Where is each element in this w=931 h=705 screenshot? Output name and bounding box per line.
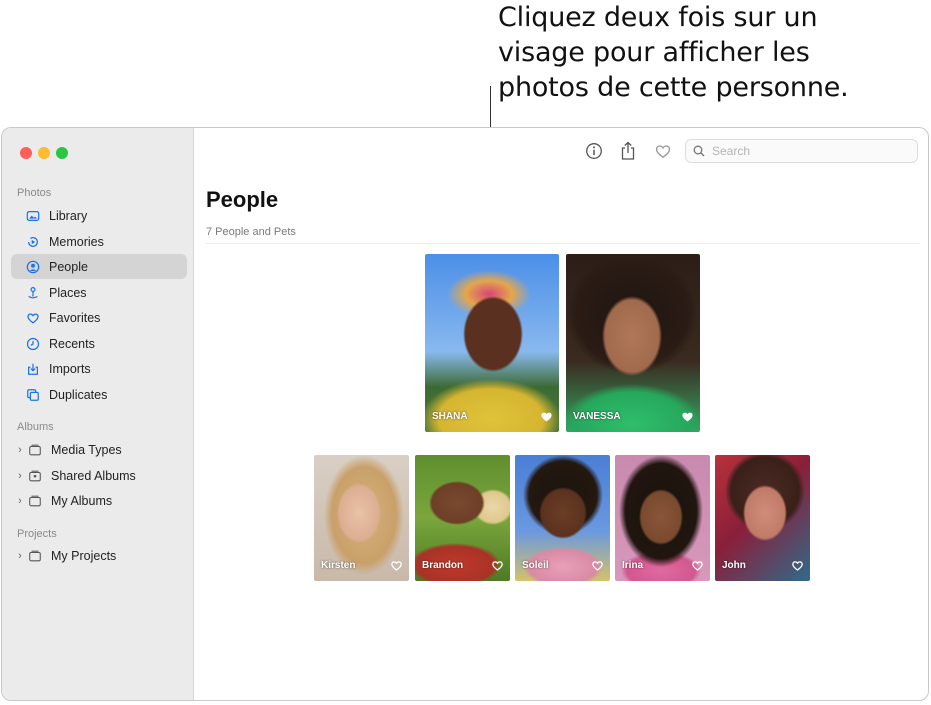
chevron-right-icon[interactable]: › [15,444,25,456]
sidebar-item-library[interactable]: Library [11,203,187,228]
sidebar-item-label: Places [49,285,87,300]
person-card-vanessa[interactable]: VANESSA [566,254,700,432]
sidebar-item-memories[interactable]: Memories [11,229,187,254]
sidebar-item-label: Shared Albums [51,468,136,483]
heart-outline-icon[interactable] [491,559,504,572]
places-icon [25,285,41,301]
folder-icon [27,493,43,509]
heart-outline-icon[interactable] [390,559,403,572]
chevron-right-icon[interactable]: › [15,470,25,482]
section-title-albums: Albums [17,421,54,433]
photos-window: Photos Library Memories People Places Fa… [1,127,929,701]
sidebar-item-label: Memories [49,234,104,249]
sidebar-item-label: My Albums [51,493,113,508]
close-window-button[interactable] [20,147,32,159]
person-name: Kirsten [321,560,356,571]
person-card-shana[interactable]: SHANA [425,254,559,432]
callout-line-2: visage pour afficher les [498,37,810,68]
favorite-heart-icon[interactable] [540,410,553,423]
clock-icon [25,336,41,352]
sidebar-item-duplicates[interactable]: Duplicates [11,382,187,407]
import-icon [25,361,41,377]
chevron-right-icon[interactable]: › [15,495,25,507]
search-field[interactable] [685,139,918,163]
heart-outline-icon[interactable] [691,559,704,572]
sidebar-item-label: Favorites [49,310,101,325]
person-card-kirsten[interactable]: Kirsten [314,455,409,581]
heart-icon [25,310,41,326]
sidebar-item-label: Imports [49,361,91,376]
sidebar-item-media-types[interactable]: › Media Types [11,437,187,462]
chevron-right-icon[interactable]: › [15,550,25,562]
sidebar-item-shared-albums[interactable]: › Shared Albums [11,463,187,488]
search-input[interactable] [710,143,904,159]
sidebar-item-label: People [49,259,88,274]
people-count-subtitle: 7 People and Pets [206,226,296,238]
favorite-heart-icon[interactable] [681,410,694,423]
sidebar-item-my-albums[interactable]: › My Albums [11,488,187,513]
person-card-irina[interactable]: Irina [615,455,710,581]
heart-outline-icon [655,145,671,159]
callout-line-1: Cliquez deux fois sur un [498,2,818,33]
person-name: Irina [622,560,644,571]
person-name: SHANA [432,411,468,422]
sidebar-item-label: Library [49,208,88,223]
sidebar-item-label: Media Types [51,442,122,457]
people-icon [25,259,41,275]
share-button[interactable] [617,140,639,162]
info-icon [586,143,602,159]
person-card-john[interactable]: John [715,455,810,581]
shared-folder-icon [27,468,43,484]
sidebar-item-label: Duplicates [49,387,108,402]
zoom-window-button[interactable] [56,147,68,159]
section-title-projects: Projects [17,528,57,540]
person-card-soleil[interactable]: Soleil [515,455,610,581]
memories-icon [25,234,41,250]
sidebar-item-label: Recents [49,336,95,351]
callout-line-3: photos de cette personne. [498,72,849,103]
person-name: John [722,560,746,571]
search-icon [693,145,705,157]
sidebar-item-places[interactable]: Places [11,280,187,305]
minimize-window-button[interactable] [38,147,50,159]
sidebar: Photos Library Memories People Places Fa… [2,128,194,700]
heart-outline-icon[interactable] [791,559,804,572]
folder-icon [27,548,43,564]
sidebar-item-favorites[interactable]: Favorites [11,305,187,330]
header-divider [206,243,920,244]
heart-outline-icon[interactable] [591,559,604,572]
folder-icon [27,442,43,458]
library-icon [25,208,41,224]
person-name: Soleil [522,560,549,571]
callout-text: Cliquez deux fois sur un visage pour aff… [498,0,918,105]
sidebar-item-imports[interactable]: Imports [11,356,187,381]
person-name: VANESSA [573,411,621,422]
info-button[interactable] [583,140,605,162]
person-name: Brandon [422,560,464,571]
sidebar-item-people[interactable]: People [11,254,187,279]
duplicates-icon [25,387,41,403]
person-card-brandon[interactable]: Brandon [415,455,510,581]
sidebar-item-recents[interactable]: Recents [11,331,187,356]
share-icon [621,141,635,160]
sidebar-item-label: My Projects [51,548,117,563]
page-title: People [206,187,279,212]
section-title-photos: Photos [17,187,52,199]
sidebar-item-my-projects[interactable]: › My Projects [11,543,187,568]
favorite-button[interactable] [652,140,674,162]
